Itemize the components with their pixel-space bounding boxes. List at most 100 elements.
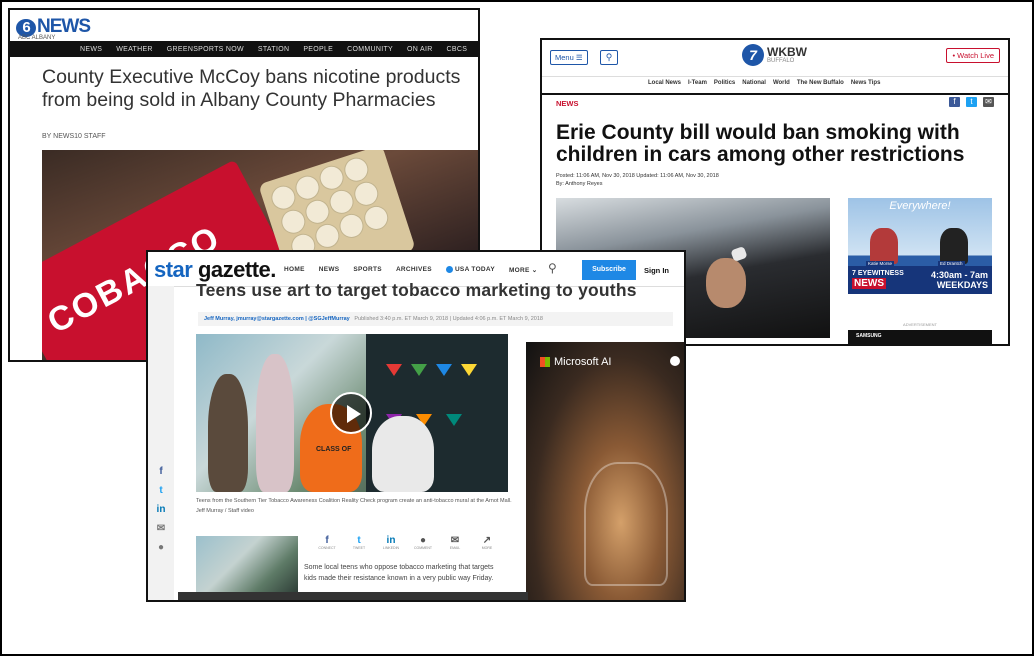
stargazette-screenshot: star gazette. HOME NEWS SPORTS ARCHIVES … xyxy=(146,250,686,602)
email-icon[interactable]: ✉ xyxy=(983,97,994,107)
nav-item[interactable]: World xyxy=(773,80,790,86)
wkbw-logo[interactable]: 7 WKBW BUFFALO xyxy=(742,44,807,66)
nav-item[interactable]: I-Team xyxy=(688,80,707,86)
share-label: LINKEDIN xyxy=(382,546,400,550)
nav-item[interactable]: GREENSPORTS NOW xyxy=(167,46,244,53)
nav-item[interactable]: ON AIR xyxy=(407,46,433,53)
nav-item[interactable]: Local News xyxy=(648,80,681,86)
wkbw-header: Menu ☰ ⚲ 7 WKBW BUFFALO • Watch Live xyxy=(542,40,1008,77)
section-label[interactable]: NEWS xyxy=(556,99,579,108)
ad-days: WEEKDAYS xyxy=(936,280,988,290)
search-icon[interactable]: ⚲ xyxy=(548,261,557,275)
article-headline: Erie County bill would ban smoking with … xyxy=(556,121,965,166)
share-twitter-button[interactable]: t TWEET xyxy=(348,535,370,550)
nav-item[interactable]: News Tips xyxy=(851,80,881,86)
article-share-bar: f CONNECT t TWEET in LINKEDIN ● COMMENT ✉ EMA… xyxy=(316,535,498,550)
share-more-button[interactable]: ↗ MORE xyxy=(476,535,498,550)
twitter-icon: t xyxy=(357,535,361,546)
nav-item[interactable]: NEWS xyxy=(319,266,340,274)
station-name: WKBW xyxy=(767,45,807,59)
play-icon[interactable] xyxy=(330,392,372,434)
menu-button[interactable]: Menu ☰ xyxy=(550,50,588,65)
logo-text: NEWS xyxy=(37,16,91,37)
nav-item[interactable]: Politics xyxy=(714,80,735,86)
video-caption: Teens from the Southern Tier Tobacco Awa… xyxy=(196,498,512,514)
email-icon: ✉ xyxy=(450,535,460,546)
facebook-icon[interactable]: f xyxy=(159,466,162,477)
logo-star: star xyxy=(154,257,193,282)
shirt-text: CLASS OF xyxy=(316,446,352,453)
posted-date: Posted: 11:06 AM, Nov 30, 2018 Updated: … xyxy=(556,173,719,179)
news10-nav: NEWS WEATHER GREENSPORTS NOW STATION PEO… xyxy=(10,41,478,57)
nav-item[interactable]: NEWS xyxy=(80,46,102,53)
nav-item[interactable]: ARCHIVES xyxy=(396,266,432,274)
published-date: Published 3:40 p.m. ET March 9, 2018 | U… xyxy=(354,316,543,322)
comment-icon[interactable]: ● xyxy=(158,542,164,553)
share-label: CONNECT xyxy=(318,546,336,550)
nav-item-label: USA TODAY xyxy=(454,266,495,274)
ad-brand: 7 EYEWITNESS xyxy=(852,270,904,277)
nav-item[interactable]: HOME xyxy=(284,266,305,274)
ad-tagline: Everywhere! xyxy=(889,200,951,212)
divider xyxy=(542,93,1008,95)
nav-item-usa-today[interactable]: USA TODAY xyxy=(445,266,495,274)
stargazette-nav: HOME NEWS SPORTS ARCHIVES USA TODAY MORE… xyxy=(284,266,538,274)
mural-video[interactable]: CLASS OF xyxy=(196,334,508,492)
microsoft-logo-icon xyxy=(540,357,550,368)
microsoft-ai-ad[interactable]: Microsoft AI xyxy=(526,342,684,600)
nav-item[interactable]: PEOPLE xyxy=(303,46,333,53)
share-comment-button[interactable]: ● COMMENT xyxy=(412,535,434,550)
samsung-ad[interactable]: SAMSUNG xyxy=(848,330,992,344)
share-label: TWEET xyxy=(352,546,366,550)
share-email-button[interactable]: ✉ EMAIL xyxy=(444,535,466,550)
email-icon[interactable]: ✉ xyxy=(157,523,165,534)
article-body: Some local teens who oppose tobacco mark… xyxy=(304,564,494,582)
seven-logo-icon: 7 xyxy=(742,44,764,66)
share-label: EMAIL xyxy=(449,546,461,550)
more-icon: ↗ xyxy=(482,535,492,546)
video-progress-bar[interactable] xyxy=(178,592,528,600)
article-headline: County Executive McCoy bans nicotine pro… xyxy=(42,66,461,111)
facebook-icon[interactable]: f xyxy=(949,97,960,107)
ad-brand-news: NEWS xyxy=(852,278,886,289)
subscribe-button[interactable]: Subscribe xyxy=(582,260,636,280)
share-linkedin-button[interactable]: in LINKEDIN xyxy=(380,535,402,550)
article-byline: BY NEWS10 STAFF xyxy=(42,133,106,140)
logo-gazette: gazette. xyxy=(197,257,276,282)
twitter-icon[interactable]: t xyxy=(159,485,162,496)
article-headline: Teens use art to target tobacco marketin… xyxy=(196,280,637,300)
anchor-right-photo xyxy=(940,228,968,264)
social-share: f t ✉ xyxy=(949,97,994,107)
twitter-icon[interactable]: t xyxy=(966,97,977,107)
linkedin-icon[interactable]: in xyxy=(157,504,166,515)
share-facebook-button[interactable]: f CONNECT xyxy=(316,535,338,550)
facebook-icon: f xyxy=(325,535,329,546)
nav-item[interactable]: SPORTS xyxy=(353,266,382,274)
nav-item[interactable]: STATION xyxy=(258,46,289,53)
search-icon[interactable]: ⚲ xyxy=(600,50,618,65)
share-label: MORE xyxy=(481,546,493,550)
nav-item[interactable]: MORE ⌄ xyxy=(509,266,538,274)
nav-item[interactable]: CBCS xyxy=(447,46,468,53)
ad-label: ADVERTISEMENT xyxy=(903,322,937,327)
article-author[interactable]: Jeff Murray, jmurray@stargazette.com | @… xyxy=(204,316,350,322)
student xyxy=(256,354,294,492)
nav-item[interactable]: WEATHER xyxy=(116,46,153,53)
watch-live-button[interactable]: • Watch Live xyxy=(946,48,1000,63)
wine-glass xyxy=(584,462,668,586)
rail-share-icons: f t in ✉ ● xyxy=(148,466,174,553)
nav-item[interactable]: The New Buffalo xyxy=(797,80,844,86)
ad-hours: 4:30am - 7am xyxy=(930,270,988,280)
nav-item[interactable]: National xyxy=(742,80,766,86)
ad-time: 4:30am - 7am WEEKDAYS xyxy=(931,270,988,290)
ad-brand: Microsoft AI xyxy=(540,356,611,368)
sign-in-link[interactable]: Sign In xyxy=(644,266,669,275)
comment-icon: ● xyxy=(419,535,427,546)
anchor-left-photo xyxy=(870,228,898,264)
mute-icon[interactable] xyxy=(670,356,680,366)
nav-item[interactable]: COMMUNITY xyxy=(347,46,393,53)
article-thumbnail[interactable] xyxy=(196,536,298,598)
usa-today-dot-icon xyxy=(445,266,453,273)
news10-logo[interactable]: 6 NEWS ABC ALBANY xyxy=(16,16,91,41)
eyewitness-news-ad[interactable]: Everywhere! Katie Morse Ed Drantch 7 EYE… xyxy=(848,198,992,294)
